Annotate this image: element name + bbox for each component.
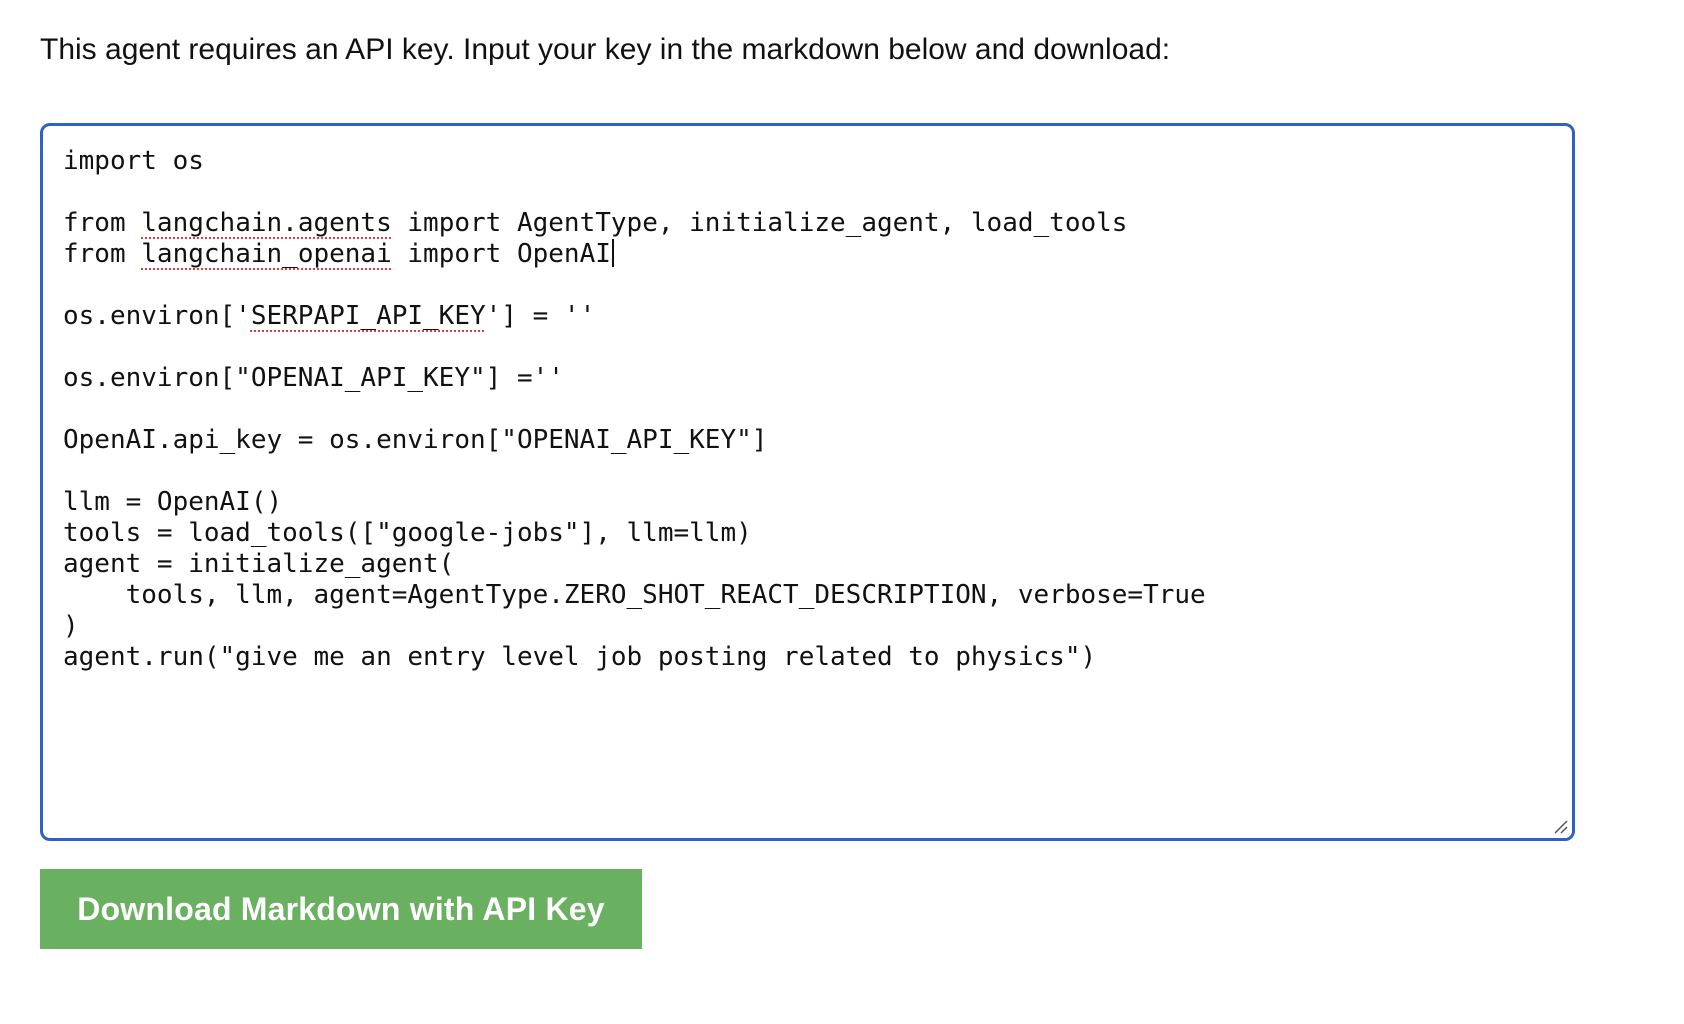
spellcheck-flagged-word: langchain.agents bbox=[141, 208, 392, 238]
download-markdown-button[interactable]: Download Markdown with API Key bbox=[40, 869, 642, 949]
code-token: tools = load_tools(["google-jobs"], llm=… bbox=[63, 518, 752, 548]
code-line: tools = load_tools(["google-jobs"], llm=… bbox=[63, 518, 1552, 549]
spellcheck-flagged-word: langchain_openai bbox=[141, 239, 392, 269]
instruction-text: This agent requires an API key. Input yo… bbox=[40, 33, 1171, 66]
code-token: agent.run("give me an entry level job po… bbox=[63, 642, 1097, 672]
code-line: from langchain_openai import OpenAI bbox=[63, 239, 1552, 270]
code-token: OpenAI.api_key = os.environ["OPENAI_API_… bbox=[63, 425, 768, 455]
code-token: import os bbox=[63, 146, 204, 176]
resize-grip-icon[interactable] bbox=[1552, 818, 1568, 834]
code-token: tools, llm, agent=AgentType.ZERO_SHOT_RE… bbox=[63, 580, 1206, 610]
code-line: ) bbox=[63, 611, 1552, 642]
code-content[interactable]: import os from langchain.agents import Ag… bbox=[63, 146, 1552, 673]
code-line: os.environ['SERPAPI_API_KEY'] = '' bbox=[63, 301, 1552, 332]
code-token: agent = initialize_agent( bbox=[63, 549, 455, 579]
code-token: os.environ[' bbox=[63, 301, 251, 331]
code-token: '] = '' bbox=[485, 301, 596, 331]
code-token: llm = OpenAI() bbox=[63, 487, 283, 517]
text-cursor bbox=[611, 239, 614, 267]
code-line: agent = initialize_agent( bbox=[63, 549, 1552, 580]
code-token: from bbox=[63, 208, 142, 238]
code-line: OpenAI.api_key = os.environ["OPENAI_API_… bbox=[63, 425, 1552, 456]
code-line: llm = OpenAI() bbox=[63, 487, 1552, 518]
code-line: agent.run("give me an entry level job po… bbox=[63, 642, 1552, 673]
code-line: tools, llm, agent=AgentType.ZERO_SHOT_RE… bbox=[63, 580, 1552, 611]
code-line: import os bbox=[63, 146, 1552, 177]
code-token: os.environ["OPENAI_API_KEY"] ='' bbox=[63, 363, 564, 393]
code-line: os.environ["OPENAI_API_KEY"] ='' bbox=[63, 363, 1552, 394]
code-token: import OpenAI bbox=[391, 239, 611, 269]
markdown-editor-textarea[interactable]: import os from langchain.agents import Ag… bbox=[40, 123, 1575, 841]
code-token: ) bbox=[63, 611, 79, 641]
spellcheck-flagged-word: SERPAPI_API_KEY bbox=[250, 301, 486, 331]
code-line: from langchain.agents import AgentType, … bbox=[63, 208, 1552, 239]
code-token: from bbox=[63, 239, 142, 269]
code-token: import AgentType, initialize_agent, load… bbox=[391, 208, 1128, 238]
